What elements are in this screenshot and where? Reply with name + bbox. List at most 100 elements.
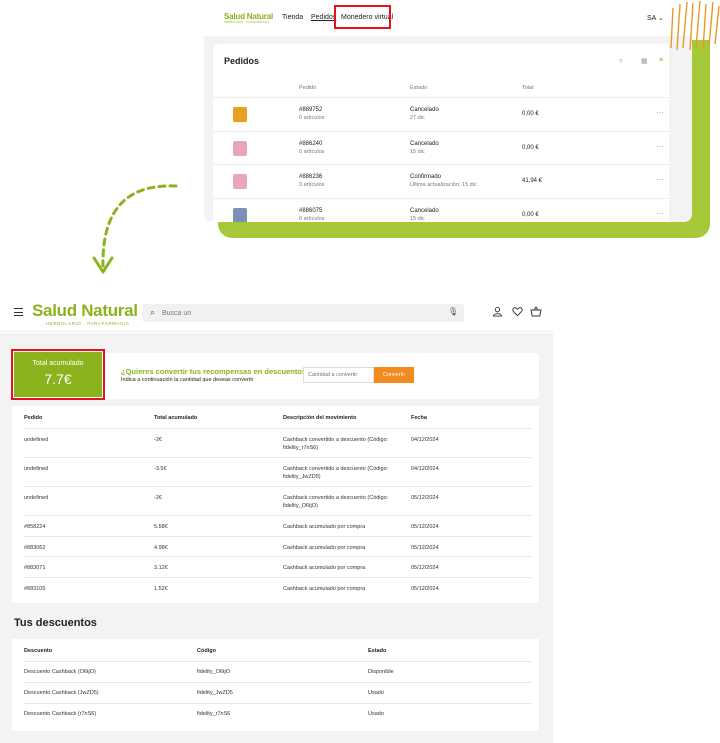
mov-header-total: Total acumulado xyxy=(154,415,198,421)
order-total: 0,00 € xyxy=(522,211,539,218)
order-number: #889752 xyxy=(299,107,323,113)
mini-logo-text: Salud Natural xyxy=(224,12,273,21)
cell-pedido: undefined xyxy=(24,495,49,501)
table-row: #858224 5.58€ Cashback acumulado por compr… xyxy=(24,515,532,536)
cell-desc: Cashback acumulado por compra xyxy=(283,565,366,571)
cell-discount: Descuento Cashback (O6tjO) xyxy=(24,669,96,675)
order-date: 27 dic xyxy=(410,115,425,121)
curved-arrow-icon xyxy=(92,184,178,274)
mini-logo[interactable]: Salud Natural HERBOLARIO · PARAFARMACIA xyxy=(224,12,273,24)
table-row: #883062 4.98€ Cashback acumulado por compr… xyxy=(24,536,532,556)
cell-total: 4.98€ xyxy=(154,545,168,551)
logo-text: Salud Natural xyxy=(32,301,138,320)
decorative-stripes xyxy=(670,0,720,51)
convert-amount-input[interactable] xyxy=(303,367,374,383)
orders-list: Pedidos ▿ ▦ ≡ Pedido Estado Total #88975… xyxy=(213,44,669,222)
order-state: Cancelado xyxy=(410,140,439,147)
convert-button[interactable]: Convertir xyxy=(374,367,414,383)
user-menu[interactable]: SA ⌄ xyxy=(647,14,664,22)
order-state: Cancelado xyxy=(410,207,439,214)
order-total: 0,00 € xyxy=(522,111,539,117)
mov-header-fecha: Fecha xyxy=(411,415,427,421)
mov-header-pedido: Pedido xyxy=(24,415,43,421)
search-icon[interactable]: ⌕ xyxy=(150,307,155,318)
disc-header-desc: Descuento xyxy=(24,648,53,654)
cell-code: fidelity_JwZD5 xyxy=(197,690,233,696)
cell-discount: Descuento Cashback (JwZD5) xyxy=(24,690,99,696)
table-row: Descuento Cashback (O6tjO) fidelity_O6tjO… xyxy=(24,661,532,682)
cell-fecha: 05/12/2024 xyxy=(411,524,439,530)
convert-question: ¿Quieres convertir tus recompensas en de… xyxy=(121,367,311,376)
cell-code: fidelity_r7nS6 xyxy=(197,711,231,717)
user-icon[interactable] xyxy=(492,306,503,320)
order-date: 15 dic xyxy=(410,148,425,155)
logo-tagline: HERBOLARIO · PARAFARMACIA xyxy=(46,321,130,326)
order-row[interactable]: #886075 0 artículos Cancelado 15 dic 0,00 € ·… xyxy=(213,197,669,222)
orders-panel: Pedidos ▿ ▦ ≡ Pedido Estado Total #88975… xyxy=(204,36,692,222)
nav-tienda[interactable]: Tienda xyxy=(282,14,303,21)
table-row: undefined -3.5€ Cashback convertido a desc… xyxy=(24,457,532,486)
user-initials: SA xyxy=(647,15,656,22)
highlight-box-total xyxy=(11,349,105,400)
filter-icon[interactable]: ▿ xyxy=(619,57,623,65)
grid-view-icon[interactable]: ▦ xyxy=(641,57,648,65)
cell-pedido: #883071 xyxy=(24,565,46,571)
table-row: Descuento Cashback (JwZD5) fidelity_JwZD5… xyxy=(24,682,532,703)
order-number: #886236 xyxy=(299,174,323,180)
cell-fecha: 05/12/2024 xyxy=(411,586,439,592)
list-view-icon[interactable]: ≡ xyxy=(659,57,663,64)
cell-desc: Cashback convertido a descuento (Código:… xyxy=(283,495,389,509)
table-row: undefined -2€ Cashback convertido a descue… xyxy=(24,428,532,457)
cell-pedido: undefined xyxy=(24,466,49,472)
order-state: Confirmado xyxy=(410,174,442,180)
order-row[interactable]: #889752 0 artículos Cancelado 27 dic 0,00 € ·… xyxy=(213,97,669,130)
cell-total: 3.12€ xyxy=(154,565,168,571)
heart-icon[interactable] xyxy=(512,306,523,320)
convert-hint: Indica a continuación la cantidad que de… xyxy=(121,377,254,383)
site-logo[interactable]: Salud Natural HERBOLARIO · PARAFARMACIA xyxy=(32,301,138,326)
more-options-icon[interactable]: ··· xyxy=(656,175,664,184)
cell-desc: Cashback acumulado por compra xyxy=(283,545,366,551)
order-total: 0,00 € xyxy=(522,144,539,151)
cell-total: -2€ xyxy=(154,495,162,501)
microphone-icon[interactable]: 🎙︎ xyxy=(448,307,458,316)
menu-icon[interactable] xyxy=(14,308,23,317)
search-input[interactable] xyxy=(162,307,432,319)
cell-total: 5.58€ xyxy=(154,524,168,530)
orders-title: Pedidos xyxy=(224,56,260,66)
cell-fecha: 04/12/2024 xyxy=(411,466,439,472)
order-date: Última actualización: 15 dic xyxy=(410,182,477,188)
table-row: #883105 1.52€ Cashback acumulado por compr… xyxy=(24,577,532,597)
nav-pedidos[interactable]: Pedidos xyxy=(311,14,336,21)
cell-code: fidelity_O6tjO xyxy=(197,669,231,675)
order-number: #886075 xyxy=(299,207,323,214)
orders-preview-card: Salud Natural HERBOLARIO · PARAFARMACIA … xyxy=(204,0,692,222)
cell-state: Usado xyxy=(368,711,384,717)
order-items: 3 artículos xyxy=(299,182,325,188)
order-number: #886240 xyxy=(299,140,323,147)
disc-header-code: Código xyxy=(197,648,216,654)
product-thumbnail xyxy=(233,174,247,189)
order-items: 0 artículos xyxy=(299,215,325,222)
more-options-icon[interactable]: ··· xyxy=(656,142,664,151)
product-thumbnail xyxy=(233,207,247,222)
cell-desc: Cashback convertido a descuento (Código:… xyxy=(283,437,389,451)
cell-discount: Descuento Cashback (r7nS6) xyxy=(24,711,97,717)
discounts-title: Tus descuentos xyxy=(14,617,97,629)
cell-state: Usado xyxy=(368,690,384,696)
more-options-icon[interactable]: ··· xyxy=(656,108,664,117)
table-row: Descuento Cashback (r7nS6) fidelity_r7nS6… xyxy=(24,703,532,724)
cell-fecha: 05/12/2024 xyxy=(411,545,439,551)
cell-total: -3.5€ xyxy=(154,466,167,472)
order-date: 15 dic xyxy=(410,215,425,222)
table-row: #883071 3.12€ Cashback acumulado por compr… xyxy=(24,556,532,577)
header-pedido: Pedido xyxy=(299,85,317,91)
cell-fecha: 05/12/2024 xyxy=(411,565,439,571)
order-row[interactable]: #886240 0 artículos Cancelado 15 dic 0,00 € ·… xyxy=(213,130,669,164)
order-row[interactable]: #886236 3 artículos Confirmado Última actua… xyxy=(213,164,669,197)
cell-pedido: #858224 xyxy=(24,524,46,530)
more-options-icon[interactable]: ··· xyxy=(656,209,664,218)
product-thumbnail xyxy=(233,140,247,156)
basket-icon[interactable] xyxy=(530,306,542,320)
chevron-down-icon: ⌄ xyxy=(657,15,664,22)
